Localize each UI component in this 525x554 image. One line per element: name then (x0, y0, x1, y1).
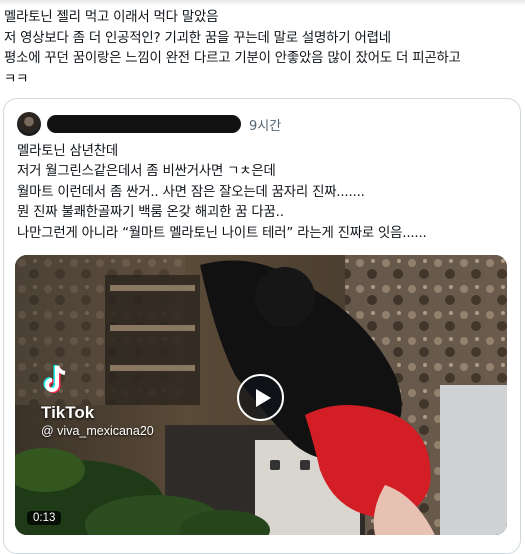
play-button[interactable] (237, 374, 284, 421)
quoted-line: 저거 월그린스같은데서 좀 비싼거사면 ㄱㅊ은데 (17, 164, 276, 180)
quoted-post-card[interactable]: 9시간 멜라토닌 삼년찬데 저거 월그린스같은데서 좀 비싼거사면 ㄱㅊ은데 월… (3, 98, 521, 554)
tiktok-icon (43, 365, 66, 393)
tiktok-brand-text: TikTok (41, 403, 95, 422)
play-icon (256, 389, 271, 407)
quoted-line: 나만그런게 아니라 “월마트 멜라토닌 나이트 테러” 라는게 진짜로 잇음..… (17, 225, 427, 241)
quoted-line: 멜라토닌 삼년찬데 (17, 144, 119, 159)
post-line: ㅋㅋ (4, 71, 29, 87)
tiktok-watermark: TikTok @ viva_mexicana20 (41, 363, 154, 438)
post-line: 멜라토닌 젤리 먹고 이래서 먹다 말았음 (4, 10, 219, 25)
quoted-line: 월마트 이런데서 좀 싼거.. 사면 잠은 잘오는데 꿈자리 진짜....... (17, 184, 365, 200)
post-text: 멜라토닌 젤리 먹고 이래서 먹다 말았음 저 영상보다 좀 더 인공적인? 기… (4, 8, 519, 90)
post-timestamp[interactable]: 9시간 (249, 115, 281, 134)
quoted-post-header: 9시간 (17, 112, 507, 136)
quoted-line: 뭔 진짜 불쾌한골짜기 백룸 온갖 해괴한 꿈 다꿈.. (17, 205, 284, 221)
avatar[interactable] (17, 112, 41, 136)
tiktok-handle-text: @ viva_mexicana20 (41, 424, 154, 438)
post-line: 저 영상보다 좀 더 인공적인? 기괴한 꿈을 꾸는데 말로 설명하기 어렵네 (4, 30, 391, 46)
video-duration-badge: 0:13 (27, 511, 62, 525)
top-edge (0, 0, 525, 6)
quoted-post-text: 멜라토닌 삼년찬데 저거 월그린스같은데서 좀 비싼거사면 ㄱㅊ은데 월마트 이… (17, 142, 507, 244)
video-player[interactable]: TikTok @ viva_mexicana20 0:13 (15, 255, 507, 535)
post-line: 평소에 꾸던 꿈이랑은 느낌이 완전 다르고 기분이 안좋았음 많이 잤어도 더… (4, 51, 461, 67)
redacted-username (47, 115, 241, 133)
